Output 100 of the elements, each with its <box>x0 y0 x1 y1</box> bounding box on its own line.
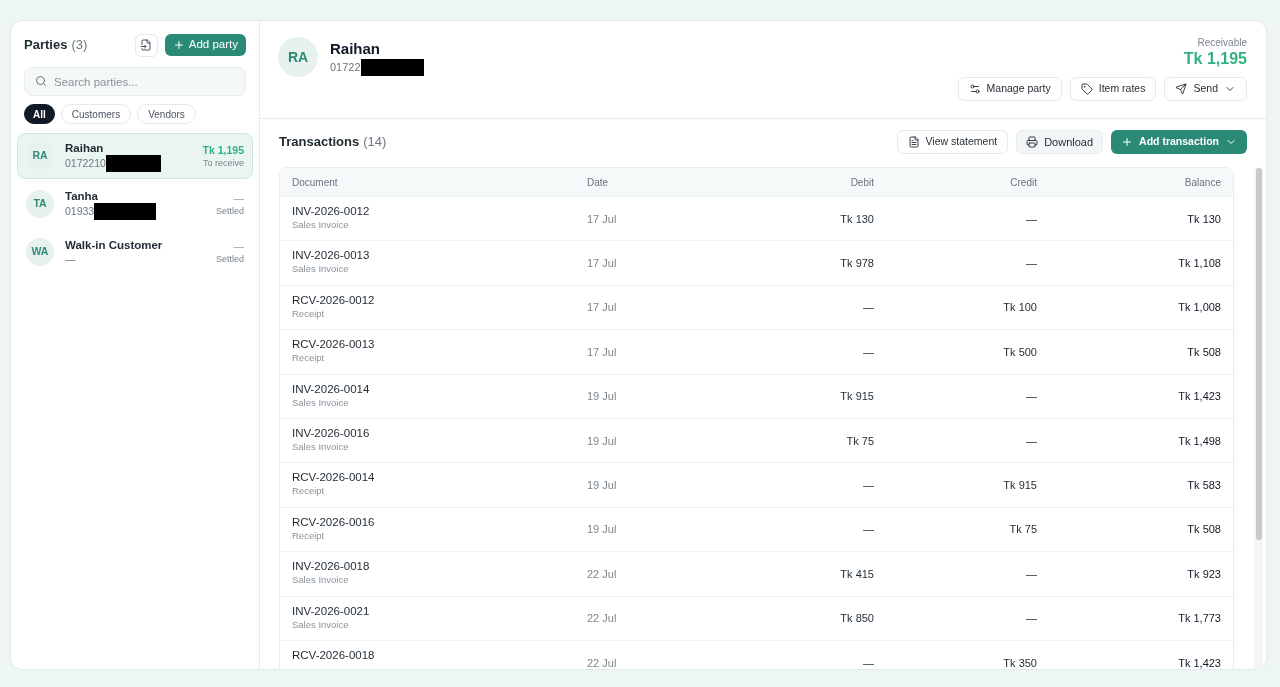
column-header: Balance <box>1184 177 1221 188</box>
document-number: RCV-2026-0012 <box>292 292 375 307</box>
party-balance: — <box>233 190 244 205</box>
column-header: Date <box>587 177 609 188</box>
credit-amount: — <box>1026 567 1037 580</box>
search-icon <box>35 75 47 87</box>
balance-amount: Tk 1,423 <box>1178 656 1221 669</box>
manage-party-button[interactable]: Manage party <box>957 77 1062 101</box>
balance-amount: Tk 583 <box>1187 479 1221 492</box>
document-number: INV-2026-0012 <box>292 204 370 218</box>
party-avatar: TA <box>26 190 54 218</box>
download-button[interactable]: Download <box>1016 130 1104 154</box>
party-name: Tanha <box>65 188 98 203</box>
party-balance: Tk 1,195 <box>202 142 244 157</box>
document-type: Sales Invoice <box>292 262 349 276</box>
debit-amount: Tk 130 <box>840 212 874 225</box>
scrollbar-thumb[interactable] <box>1255 168 1262 540</box>
credit-amount: — <box>1026 612 1037 625</box>
document-type: Receipt <box>292 484 325 498</box>
document-type: Receipt <box>292 528 325 542</box>
debit-amount: — <box>863 301 874 314</box>
document-type: Sales Invoice <box>292 617 349 631</box>
party-status: Settled <box>215 204 244 218</box>
party-status: Settled <box>215 252 244 266</box>
credit-amount: — <box>1026 434 1037 447</box>
party-phone: 01933 <box>65 204 95 218</box>
document-number: INV-2026-0014 <box>292 381 370 396</box>
date-text: 22 Jul <box>587 612 617 625</box>
credit-amount: Tk 100 <box>1003 301 1037 314</box>
date-text: 19 Jul <box>587 434 617 447</box>
credit-amount: Tk 350 <box>1003 656 1037 669</box>
document-number: RCV-2026-0014 <box>292 470 375 485</box>
date-text: 19 Jul <box>587 523 617 536</box>
credit-amount: Tk 75 <box>1009 523 1037 536</box>
document-number: INV-2026-0016 <box>292 425 370 440</box>
debit-amount: — <box>863 523 874 536</box>
plus-icon <box>172 39 185 51</box>
filter-chip[interactable]: All <box>24 104 55 124</box>
scrollbar[interactable] <box>1254 167 1263 669</box>
document-type: Sales Invoice <box>292 439 349 453</box>
balance-amount: Tk 1,108 <box>1178 257 1221 270</box>
date-text: 22 Jul <box>587 567 617 580</box>
search-field[interactable]: Search parties... <box>24 67 246 96</box>
party-item[interactable]: RA Raihan 0172210 Tk 1,195 To receive <box>17 133 253 179</box>
party-avatar: RA <box>278 37 318 77</box>
party-name: Raihan <box>330 38 380 59</box>
send-button[interactable]: Send <box>1164 77 1247 101</box>
balance-amount: Tk 1,498 <box>1178 434 1221 447</box>
party-balance: — <box>233 238 244 253</box>
party-phone: — <box>65 252 76 266</box>
section-title: Transactions <box>279 133 360 152</box>
debit-amount: — <box>863 479 874 492</box>
document-type: Receipt <box>292 351 325 365</box>
date-text: 17 Jul <box>587 301 617 314</box>
filter-chip[interactable]: Vendors <box>137 104 196 124</box>
credit-amount: — <box>1026 257 1037 270</box>
view-statement-button[interactable]: View statement <box>896 130 1009 154</box>
add-party-button[interactable]: Add party <box>164 34 246 56</box>
document-type: Sales Invoice <box>292 218 349 231</box>
document-number: RCV-2026-0016 <box>292 514 375 529</box>
filter-chip[interactable]: Customers <box>60 104 132 124</box>
date-text: 17 Jul <box>587 257 617 270</box>
debit-amount: — <box>863 345 874 358</box>
party-avatar: WA <box>26 238 54 266</box>
balance-amount: Tk 1,008 <box>1178 301 1221 314</box>
date-text: 19 Jul <box>587 479 617 492</box>
tag-icon <box>1080 83 1093 95</box>
debit-amount: Tk 978 <box>840 257 874 270</box>
item-rates-button[interactable]: Item rates <box>1069 77 1157 101</box>
credit-amount: Tk 500 <box>1003 345 1037 358</box>
document-number: INV-2026-0013 <box>292 248 370 263</box>
paper-plane-icon <box>1175 83 1188 95</box>
sliders-icon <box>968 83 981 95</box>
document-type: Sales Invoice <box>292 573 349 587</box>
document-type: Sales Invoice <box>292 395 349 409</box>
document-type: Receipt <box>292 306 325 320</box>
document-number: RCV-2026-0018 <box>292 647 375 662</box>
document-number: INV-2026-0018 <box>292 559 370 574</box>
balance-amount: Tk 923 <box>1187 567 1221 580</box>
debit-amount: Tk 850 <box>840 612 874 625</box>
column-header: Debit <box>850 177 874 188</box>
balance-amount: Tk 508 <box>1187 345 1221 358</box>
import-button[interactable] <box>134 33 158 57</box>
debit-amount: — <box>863 656 874 669</box>
party-phone: 0172210 <box>65 156 106 170</box>
document-icon <box>907 136 920 148</box>
debit-amount: Tk 415 <box>840 567 874 580</box>
column-header: Credit <box>1010 177 1037 188</box>
party-phone: 01722 <box>330 60 361 75</box>
plus-icon <box>1121 136 1134 148</box>
receivable-amount: Tk 1,195 <box>1183 49 1247 69</box>
credit-amount: — <box>1026 390 1037 403</box>
balance-amount: Tk 1,773 <box>1178 612 1221 625</box>
party-name: Walk-in Customer <box>65 238 163 252</box>
date-text: 17 Jul <box>587 345 617 358</box>
add-transaction-button[interactable]: Add transaction <box>1111 130 1247 154</box>
document-number: RCV-2026-0013 <box>292 337 375 352</box>
party-name: Raihan <box>65 140 104 155</box>
column-header: Document <box>292 177 338 188</box>
credit-amount: — <box>1026 212 1037 225</box>
